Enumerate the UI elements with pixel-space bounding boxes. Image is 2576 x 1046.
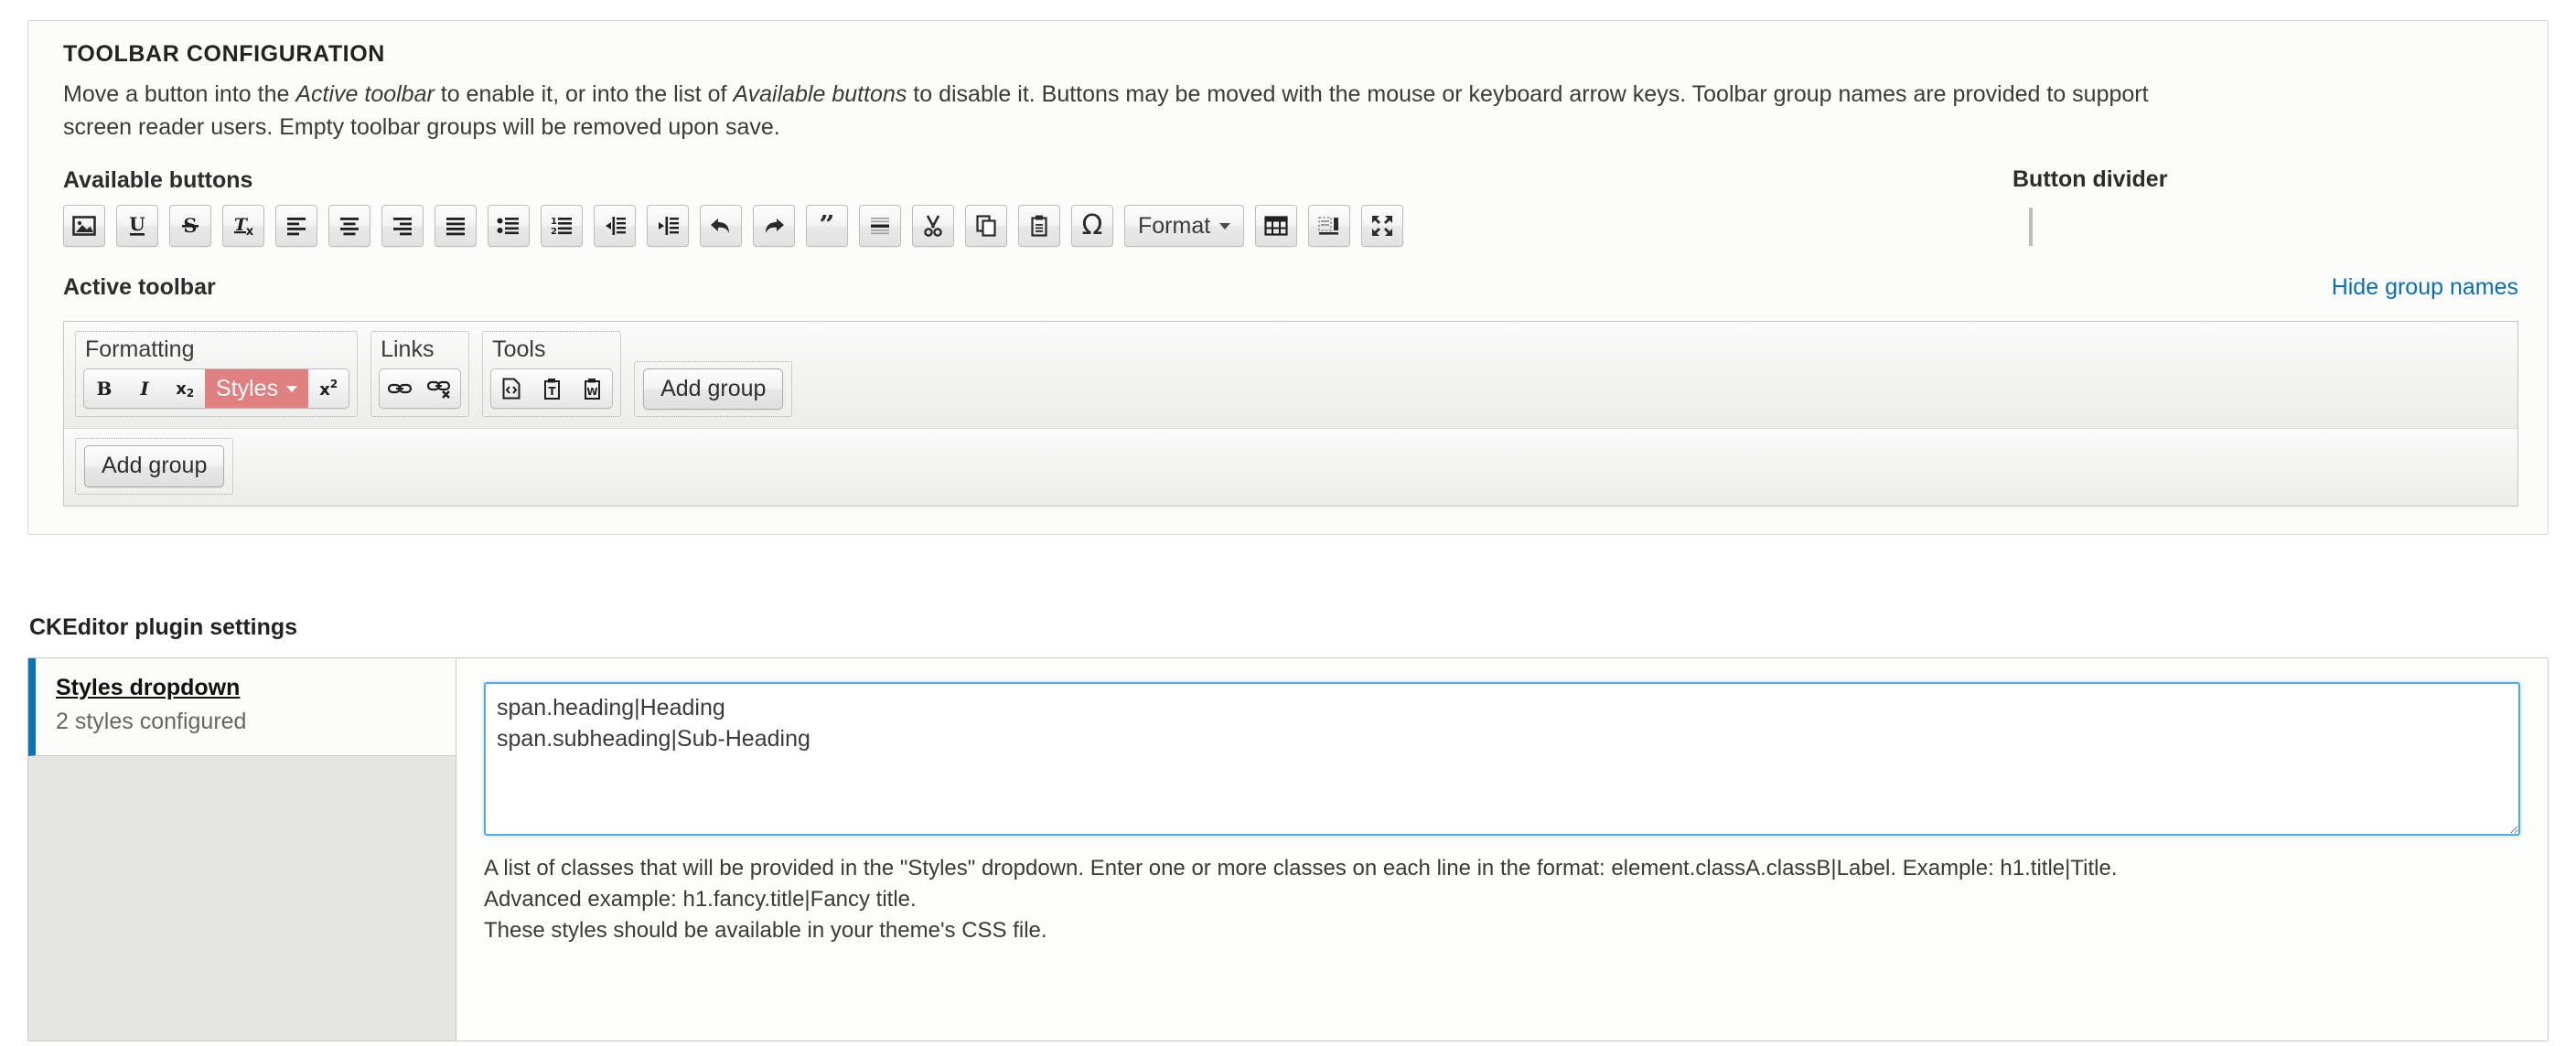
toolbar-group-links[interactable]: Links [370,331,470,418]
italic-button[interactable]: I [124,369,165,408]
bold-button[interactable]: B [84,369,124,408]
desc-emphasis-available-buttons: Available buttons [733,81,907,107]
chevron-down-icon [286,385,298,392]
paste-word-button[interactable]: W [572,369,612,408]
toolbar-group-formatting[interactable]: Formatting B I x2 Styles x2 [75,331,359,418]
format-dropdown-label: Format [1138,212,1211,239]
outdent-icon-button[interactable] [594,205,636,247]
styles-field-description: A list of classes that will be provided … [484,853,2520,946]
vertical-tab-summary: 2 styles configured [56,709,247,734]
image-icon-button[interactable] [63,205,105,247]
styles-desc-line-3: These styles should be available in your… [484,918,1047,944]
toolbar-group-buttons: B I x2 Styles x2 [83,368,350,410]
numbered-list-icon-button[interactable]: 12 [541,205,583,247]
svg-text:W: W [587,386,598,398]
subscript-button[interactable]: x2 [165,369,205,408]
svg-text:1: 1 [551,217,557,227]
active-toolbar-row-1[interactable]: Formatting B I x2 Styles x2 Links Tools … [64,322,2517,430]
undo-icon-button[interactable] [700,205,742,247]
paste-text-button[interactable]: T [531,369,572,408]
toolbar-group-buttons [379,368,462,410]
align-right-icon-button[interactable] [381,205,424,247]
link-button[interactable] [380,369,420,408]
svg-text:x: x [176,379,187,399]
source-button[interactable] [491,369,531,408]
svg-text:2: 2 [551,227,557,236]
svg-text:”: ” [819,215,834,237]
svg-text:x: x [319,380,330,400]
vertical-tab-title: Styles dropdown [56,675,241,700]
svg-text:I: I [139,378,149,400]
svg-text:U: U [129,214,145,235]
section-title: TOOLBAR CONFIGURATION [63,41,385,67]
special-character-icon-button[interactable]: Ω [1071,205,1113,247]
desc-part-4: screen reader users. Empty toolbar group… [63,113,780,140]
button-divider-column: Button divider [2012,166,2167,246]
styles-desc-line-1: A list of classes that will be provided … [484,856,2118,881]
vertical-tab-styles-dropdown[interactable]: Styles dropdown 2 styles configured [28,658,456,756]
desc-part-2: to enable it, or into the list of [434,81,734,107]
hide-group-names-link[interactable]: Hide group names [2332,274,2518,301]
superscript-button[interactable]: x2 [308,369,349,408]
chevron-down-icon [1219,222,1231,229]
svg-text:2: 2 [330,378,338,390]
format-dropdown-button[interactable]: Format [1124,205,1245,247]
add-group-button[interactable]: Add group [643,368,784,411]
align-left-icon-button[interactable] [275,205,317,247]
copy-icon-button[interactable] [965,205,1007,247]
button-divider-label: Button divider [2012,166,2168,192]
unlink-button[interactable] [420,369,460,408]
desc-part-3: to disable it. Buttons may be moved with… [907,81,2149,107]
ckeditor-plugin-settings: CKEditor plugin settings Styles dropdown… [27,614,2549,1041]
toolbar-group-buttons: T W [490,368,614,410]
styles-dropdown-label: Styles [216,375,279,401]
styles-dropdown-button[interactable]: Styles [205,369,309,409]
section-description: Move a button into the Active toolbar to… [63,79,2518,144]
table-icon-button[interactable] [1255,205,1298,247]
remove-format-icon-button[interactable]: Tx [222,205,264,247]
toolbar-group-name: Tools [492,336,546,362]
underline-icon-button[interactable]: U [116,205,158,247]
plugin-settings-title: CKEditor plugin settings [29,614,298,640]
maximize-icon-button[interactable] [1361,205,1404,247]
strikethrough-icon-button[interactable]: S [169,205,211,247]
styles-textarea[interactable] [484,682,2520,836]
justify-icon-button[interactable] [435,205,477,247]
svg-text:2: 2 [187,387,194,400]
bullet-list-icon-button[interactable] [488,205,530,247]
styles-desc-line-2: Advanced example: h1.fancy.title|Fancy t… [484,887,917,913]
button-divider-handle[interactable] [2029,208,2033,246]
vertical-tabs: Styles dropdown 2 styles configured A li… [27,657,2549,1041]
toolbar-group-name: Links [381,336,435,362]
cut-icon-button[interactable] [912,205,954,247]
blockquote-icon-button[interactable]: ” [806,205,848,247]
omega-glyph: Ω [1081,209,1103,241]
active-toolbar-label: Active toolbar [63,274,216,300]
active-toolbar-header: Active toolbar Hide group names [63,274,2518,312]
vertical-tab-list: Styles dropdown 2 styles configured [28,658,456,1041]
desc-part-1: Move a button into the [63,81,296,107]
redo-icon-button[interactable] [753,205,795,247]
templates-icon-button[interactable] [1308,205,1351,247]
toolbar-group-tools[interactable]: Tools T W [482,331,622,418]
desc-emphasis-active-toolbar: Active toolbar [295,81,435,107]
indent-icon-button[interactable] [647,205,689,247]
horizontal-rule-icon-button[interactable] [859,205,901,247]
toolbar-group-name: Formatting [85,336,195,362]
svg-text:B: B [97,378,113,400]
add-group-button[interactable]: Add group [84,445,225,487]
vertical-tab-pane-styles: A list of classes that will be provided … [456,658,2548,1041]
active-toolbar-row-2[interactable]: Add group [64,429,2517,506]
paste-icon-button[interactable] [1018,205,1060,247]
toolbar-configuration-fieldset: TOOLBAR CONFIGURATION Move a button into… [27,20,2549,535]
svg-text:T: T [549,385,557,398]
active-toolbar: Formatting B I x2 Styles x2 Links Tools … [63,321,2518,507]
svg-text:x: x [246,225,254,238]
add-group-placeholder-2: Add group [75,438,234,495]
add-group-placeholder-1: Add group [634,360,793,418]
align-center-icon-button[interactable] [328,205,370,247]
